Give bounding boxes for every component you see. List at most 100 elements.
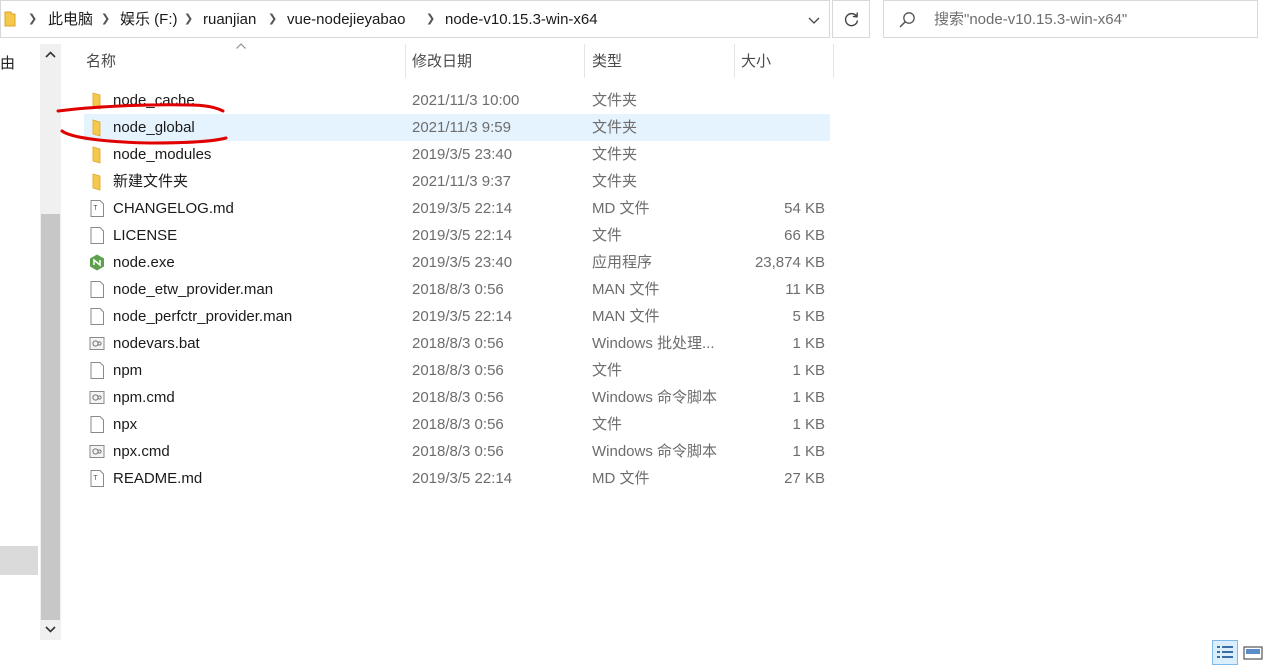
breadcrumb-separator-icon: ❯ [28, 13, 38, 25]
nav-selected-item[interactable] [0, 546, 38, 575]
file-row[interactable]: T CHANGELOG.md 2019/3/5 22:14 MD 文件 54 K… [84, 195, 830, 222]
file-date: 2018/8/3 0:56 [412, 443, 504, 460]
breadcrumb-vue-nodejieyabao[interactable]: vue-nodejieyabao [287, 1, 405, 39]
breadcrumb-this-pc[interactable]: 此电脑 [48, 1, 93, 39]
file-row[interactable]: npx.cmd 2018/8/3 0:56 Windows 命令脚本 1 KB [84, 438, 830, 465]
script-file-icon [89, 337, 105, 350]
refresh-button[interactable] [832, 0, 870, 38]
file-type: 文件夹 [592, 146, 638, 163]
nav-scrollbar[interactable] [40, 44, 61, 640]
text-file-icon: T [90, 200, 104, 217]
column-divider[interactable] [405, 44, 406, 78]
folder-icon [92, 173, 101, 191]
file-type: MAN 文件 [592, 281, 660, 298]
search-icon [899, 12, 915, 28]
column-header-name[interactable]: 名称 [86, 44, 116, 78]
file-name: 新建文件夹 [113, 173, 189, 190]
file-row[interactable]: npx 2018/8/3 0:56 文件 1 KB [84, 411, 830, 438]
file-size: 54 KB [784, 200, 825, 217]
file-row-selected[interactable]: node_global 2021/11/3 9:59 文件夹 [84, 114, 830, 141]
scrollbar-thumb[interactable] [41, 214, 60, 620]
file-size: 1 KB [792, 362, 825, 379]
script-file-icon [89, 445, 105, 458]
search-box[interactable]: 搜索"node-v10.15.3-win-x64" [883, 0, 1258, 38]
breadcrumb-drive[interactable]: 娱乐 (F:) [120, 1, 178, 39]
column-header-size[interactable]: 大小 [741, 44, 771, 78]
file-date: 2019/3/5 22:14 [412, 470, 513, 487]
file-date: 2021/11/3 9:59 [412, 119, 511, 136]
file-date: 2019/3/5 23:40 [412, 254, 513, 271]
folder-icon [92, 92, 101, 110]
breadcrumb-separator-icon: ❯ [184, 13, 194, 25]
column-divider[interactable] [833, 44, 834, 78]
breadcrumb-current-folder[interactable]: node-v10.15.3-win-x64 [445, 1, 598, 39]
column-header-date[interactable]: 修改日期 [412, 44, 472, 78]
scroll-up-icon[interactable] [44, 50, 57, 60]
svg-text:T: T [93, 205, 98, 212]
file-size: 27 KB [784, 470, 825, 487]
large-icons-view-button[interactable] [1240, 640, 1266, 665]
folder-icon [4, 11, 16, 27]
scroll-down-icon[interactable] [44, 624, 57, 634]
column-header-type[interactable]: 类型 [592, 44, 622, 78]
file-row[interactable]: 新建文件夹 2021/11/3 9:37 文件夹 [84, 168, 830, 195]
file-size: 23,874 KB [754, 254, 825, 271]
file-row[interactable]: LICENSE 2019/3/5 22:14 文件 66 KB [84, 222, 830, 249]
file-row[interactable]: npm 2018/8/3 0:56 文件 1 KB [84, 357, 830, 384]
file-size: 66 KB [784, 227, 825, 244]
file-date: 2019/3/5 22:14 [412, 308, 513, 325]
file-size: 1 KB [792, 389, 825, 406]
file-row[interactable]: node.exe 2019/3/5 23:40 应用程序 23,874 KB [84, 249, 830, 276]
folder-icon [92, 146, 101, 164]
script-file-icon [89, 391, 105, 404]
column-divider[interactable] [734, 44, 735, 78]
file-date: 2018/8/3 0:56 [412, 281, 504, 298]
file-date: 2018/8/3 0:56 [412, 335, 504, 352]
file-row[interactable]: node_cache 2021/11/3 10:00 文件夹 [84, 87, 830, 114]
file-row[interactable]: T README.md 2019/3/5 22:14 MD 文件 27 KB [84, 465, 830, 492]
file-type: 应用程序 [592, 254, 653, 271]
file-name: npm [113, 362, 143, 379]
file-size: 1 KB [792, 443, 825, 460]
file-date: 2019/3/5 23:40 [412, 146, 513, 163]
file-row[interactable]: node_perfctr_provider.man 2019/3/5 22:14… [84, 303, 830, 330]
file-row[interactable]: node_modules 2019/3/5 23:40 文件夹 [84, 141, 830, 168]
search-placeholder[interactable]: 搜索"node-v10.15.3-win-x64" [934, 1, 1127, 39]
file-type: 文件 [592, 416, 623, 433]
file-row[interactable]: npm.cmd 2018/8/3 0:56 Windows 命令脚本 1 KB [84, 384, 830, 411]
refresh-icon [844, 12, 859, 27]
file-type: 文件 [592, 362, 623, 379]
file-name: README.md [113, 470, 203, 487]
column-divider[interactable] [584, 44, 585, 78]
file-name: npx [113, 416, 138, 433]
file-type: MAN 文件 [592, 308, 660, 325]
breadcrumb-separator-icon: ❯ [426, 13, 436, 25]
file-type: 文件夹 [592, 173, 638, 190]
file-name: npm.cmd [113, 389, 175, 406]
file-date: 2018/8/3 0:56 [412, 389, 504, 406]
file-size: 11 KB [785, 281, 825, 298]
address-bar[interactable]: ❯ 此电脑 ❯ 娱乐 (F:) ❯ ruanjian ❯ vue-nodejie… [0, 0, 830, 38]
breadcrumb-separator-icon: ❯ [101, 13, 111, 25]
chevron-down-icon[interactable] [807, 13, 821, 27]
file-name: node_etw_provider.man [113, 281, 274, 298]
file-date: 2018/8/3 0:56 [412, 362, 504, 379]
breadcrumb-ruanjian[interactable]: ruanjian [203, 1, 256, 39]
blank-file-icon [90, 362, 104, 379]
file-date: 2021/11/3 10:00 [412, 92, 520, 109]
file-date: 2018/8/3 0:56 [412, 416, 504, 433]
file-name: CHANGELOG.md [113, 200, 234, 217]
file-type: MD 文件 [592, 200, 650, 217]
file-type: Windows 批处理... [592, 335, 715, 352]
details-view-icon [1217, 646, 1233, 658]
breadcrumb-separator-icon: ❯ [268, 13, 278, 25]
file-type: 文件夹 [592, 92, 638, 109]
details-view-button[interactable] [1212, 640, 1238, 665]
blank-file-icon [90, 308, 104, 325]
file-name: node.exe [113, 254, 175, 271]
file-row[interactable]: nodevars.bat 2018/8/3 0:56 Windows 批处理..… [84, 330, 830, 357]
blank-file-icon [90, 281, 104, 298]
file-row[interactable]: node_etw_provider.man 2018/8/3 0:56 MAN … [84, 276, 830, 303]
nav-item-label[interactable]: 由 [0, 52, 15, 73]
node-exe-icon [90, 254, 104, 271]
